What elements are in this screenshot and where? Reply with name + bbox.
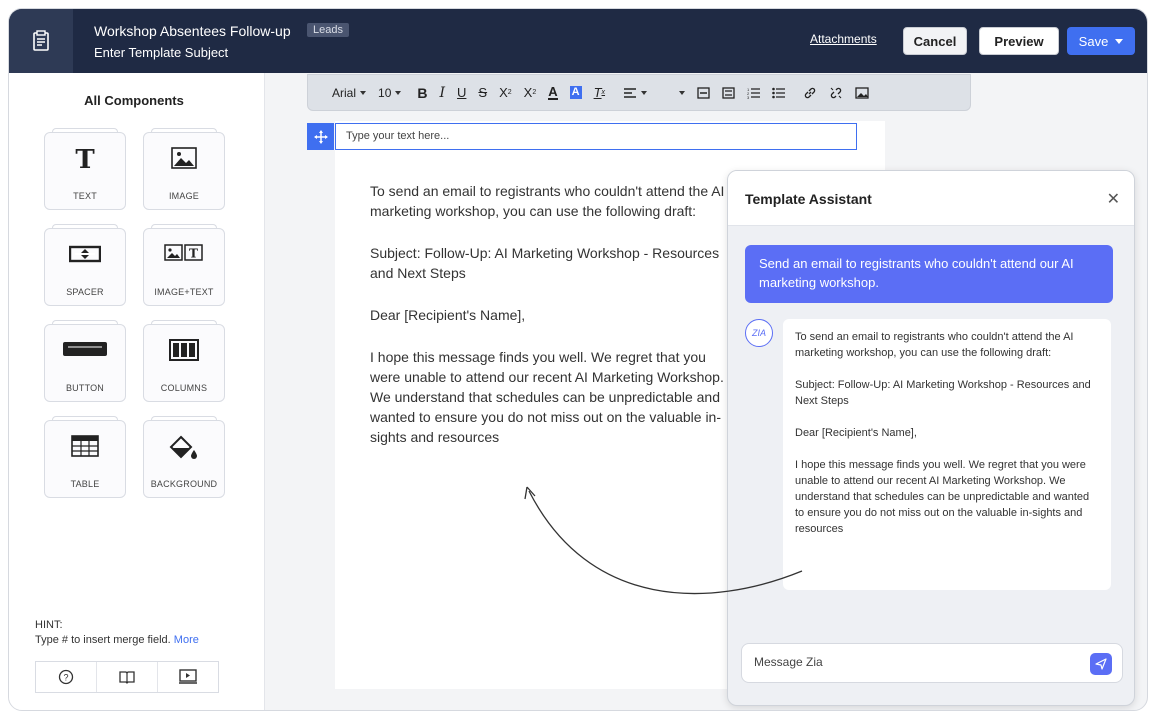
send-icon[interactable] <box>1090 653 1112 675</box>
body-paragraph: I hope this message finds you well. We r… <box>370 349 724 445</box>
assistant-title: Template Assistant <box>745 191 872 207</box>
component-spacer[interactable]: SPACER <box>44 224 126 306</box>
component-button[interactable]: BUTTON <box>44 320 126 402</box>
assistant-response: To send an email to registrants who coul… <box>783 319 1111 590</box>
body-paragraph: Dear [Recipient's Name], <box>370 307 526 323</box>
highlight-color-icon[interactable]: A <box>569 86 582 99</box>
subscript-icon[interactable]: X2 <box>499 85 512 100</box>
table-icon <box>45 435 125 457</box>
body-paragraph: Subject: Follow-Up: AI Marketing Worksho… <box>370 245 720 281</box>
paint-bucket-icon <box>144 435 224 461</box>
chevron-down-icon <box>1115 38 1124 44</box>
component-label: BACKGROUND <box>150 479 218 489</box>
text-color-icon[interactable]: A <box>548 85 558 100</box>
module-badge: Leads <box>307 23 349 37</box>
message-input[interactable]: Message Zia <box>741 643 1123 683</box>
line-height-select[interactable] <box>675 90 686 95</box>
unlink-icon[interactable] <box>829 86 843 100</box>
user-message: Send an email to registrants who couldn'… <box>745 245 1113 303</box>
superscript-icon[interactable]: X2 <box>524 85 537 100</box>
response-paragraph: To send an email to registrants who coul… <box>795 331 1074 359</box>
component-columns[interactable]: COLUMNS <box>143 320 225 402</box>
attachments-link[interactable]: Attachments <box>810 32 877 46</box>
insert-image-icon[interactable] <box>855 86 869 99</box>
book-icon[interactable] <box>97 662 158 692</box>
template-name[interactable]: Workshop Absentees Follow-up <box>94 23 291 39</box>
indent-increase-icon[interactable] <box>722 86 735 99</box>
component-label: COLUMNS <box>160 383 208 393</box>
response-paragraph: Dear [Recipient's Name], <box>795 427 917 439</box>
help-toolbar: ? <box>35 661 219 693</box>
preview-button[interactable]: Preview <box>979 27 1059 55</box>
align-left-icon[interactable] <box>623 87 648 99</box>
zia-avatar-icon: ZIA <box>745 319 773 347</box>
hint-label: HINT: <box>35 619 63 631</box>
button-icon <box>45 339 125 359</box>
bullet-list-icon[interactable] <box>772 87 786 99</box>
component-label: TABLE <box>70 479 100 489</box>
body-paragraph: To send an email to registrants who coul… <box>370 183 725 219</box>
svg-text:?: ? <box>63 673 68 683</box>
close-icon[interactable]: ✕ <box>1107 189 1120 209</box>
hint-more-link[interactable]: More <box>174 634 199 646</box>
text-block-input[interactable]: Type your text here... <box>335 123 857 150</box>
chevron-down-icon <box>395 90 402 95</box>
font-family-value: Arial <box>332 85 357 100</box>
cancel-button[interactable]: Cancel <box>903 27 967 55</box>
formatting-toolbar: Arial 10 B I U S X2 X2 A A Tx 123 <box>307 74 971 111</box>
chevron-down-icon <box>641 90 648 95</box>
link-icon[interactable] <box>803 86 817 100</box>
columns-icon <box>144 339 224 361</box>
italic-icon[interactable]: I <box>440 85 446 101</box>
indent-decrease-icon[interactable] <box>697 86 710 99</box>
hint-body: Type # to insert merge field. <box>35 634 171 646</box>
component-text[interactable]: T TEXT <box>44 128 126 210</box>
template-subject[interactable]: Enter Template Subject <box>94 45 228 60</box>
response-paragraph: I hope this message finds you well. We r… <box>795 459 1090 535</box>
email-body-text[interactable]: To send an email to registrants who coul… <box>370 181 740 469</box>
image-text-icon: T <box>144 243 224 263</box>
component-label: BUTTON <box>65 383 105 393</box>
template-icon[interactable] <box>9 9 73 73</box>
move-icon[interactable] <box>307 123 334 150</box>
chevron-down-icon <box>679 90 686 95</box>
top-header: Workshop Absentees Follow-up Enter Templ… <box>9 9 1147 73</box>
save-button-label: Save <box>1078 33 1109 49</box>
image-icon <box>144 147 224 169</box>
clear-format-icon[interactable]: Tx <box>594 85 605 100</box>
spacer-icon <box>45 243 125 265</box>
underline-icon[interactable]: U <box>457 85 466 100</box>
assistant-header: Template Assistant ✕ <box>728 171 1134 226</box>
component-label: SPACER <box>66 287 104 297</box>
bold-icon[interactable]: B <box>417 85 427 101</box>
component-image-text[interactable]: T IMAGE+TEXT <box>143 224 225 306</box>
numbered-list-icon[interactable]: 123 <box>747 87 761 99</box>
text-icon: T <box>75 145 95 175</box>
component-background[interactable]: BACKGROUND <box>143 416 225 498</box>
component-label: IMAGE+TEXT <box>154 287 214 297</box>
component-image[interactable]: IMAGE <box>143 128 225 210</box>
font-size-value: 10 <box>378 85 392 100</box>
message-placeholder: Message Zia <box>754 655 823 669</box>
video-tutorial-icon[interactable] <box>158 662 218 692</box>
sidebar-title: All Components <box>84 93 184 108</box>
component-label: IMAGE <box>168 191 199 201</box>
save-button[interactable]: Save <box>1067 27 1135 55</box>
component-table[interactable]: TABLE <box>44 416 126 498</box>
help-icon[interactable]: ? <box>36 662 97 692</box>
svg-text:3: 3 <box>747 95 750 99</box>
response-paragraph: Subject: Follow-Up: AI Marketing Worksho… <box>795 379 1091 407</box>
component-label: TEXT <box>73 191 97 201</box>
font-size-select[interactable]: 10 <box>378 85 402 100</box>
chevron-down-icon <box>360 90 367 95</box>
template-assistant-panel: Template Assistant ✕ Send an email to re… <box>727 170 1135 706</box>
font-family-select[interactable]: Arial <box>332 85 367 100</box>
components-sidebar: All Components T TEXT IMAGE SPACER T IMA… <box>9 73 265 710</box>
svg-text:T: T <box>189 247 198 261</box>
app-window: Workshop Absentees Follow-up Enter Templ… <box>8 8 1148 711</box>
strikethrough-icon[interactable]: S <box>478 85 487 100</box>
hint-text: Type # to insert merge field. More <box>35 634 199 646</box>
